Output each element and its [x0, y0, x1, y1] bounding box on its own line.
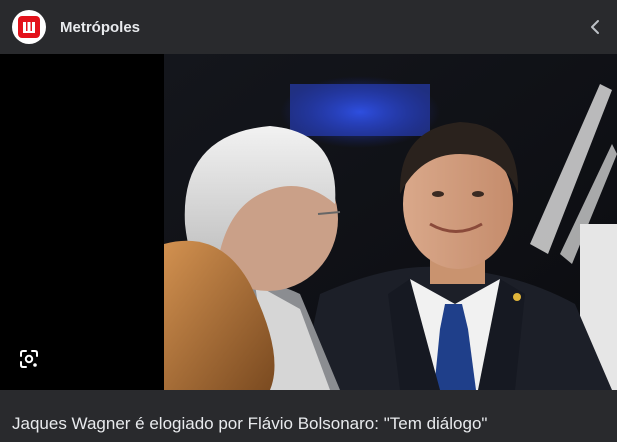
metropoles-logo-icon[interactable]: [12, 10, 46, 44]
google-lens-icon[interactable]: [14, 344, 44, 374]
chevron-left-icon[interactable]: [583, 15, 607, 39]
news-image[interactable]: [0, 54, 617, 390]
site-name[interactable]: Metrópoles: [60, 19, 140, 36]
source-header: Metrópoles: [0, 0, 617, 54]
news-photo: [0, 54, 617, 390]
caption-bar: Jaques Wagner é elogiado por Flávio Bols…: [0, 390, 617, 442]
article-title[interactable]: Jaques Wagner é elogiado por Flávio Bols…: [12, 414, 487, 434]
